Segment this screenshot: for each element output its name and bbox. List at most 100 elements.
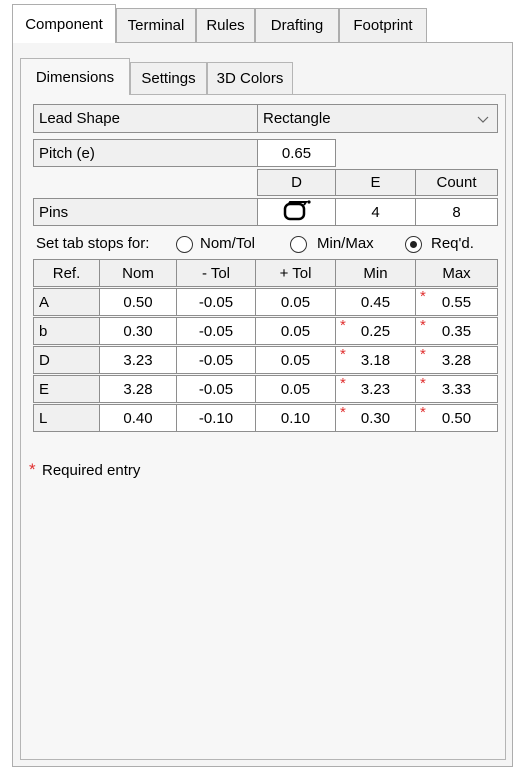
cell-text: A: [39, 293, 50, 311]
radio-nom-tol-label[interactable]: Nom/Tol: [200, 235, 255, 252]
tab-terminal[interactable]: Terminal: [116, 8, 196, 42]
table-header-min: Min: [335, 259, 416, 287]
header-text: + Tol: [279, 264, 312, 282]
lead-shape-label: Lead Shape: [33, 104, 258, 133]
pins-d-button[interactable]: [257, 198, 336, 226]
cell-text: -0.05: [198, 380, 234, 398]
cell-text: 0.30: [123, 322, 153, 340]
table-cell-plus-tol[interactable]: 0.05: [255, 288, 336, 316]
required-marker: *: [420, 317, 426, 334]
radio-reqd[interactable]: [405, 236, 422, 253]
cell-text: 3.28: [441, 351, 472, 369]
cell-text: 0.05: [280, 322, 311, 340]
table-cell-minus-tol[interactable]: -0.05: [176, 317, 256, 345]
pitch-value: 0.65: [281, 144, 312, 162]
cell-text: 0.05: [280, 351, 311, 369]
header-text: Max: [442, 264, 471, 282]
table-cell-min[interactable]: * 3.23: [335, 375, 416, 403]
tab-dimensions[interactable]: Dimensions: [20, 58, 130, 95]
pins-e-value: 4: [371, 203, 380, 221]
table-cell-min[interactable]: * 0.30: [335, 404, 416, 432]
table-cell-max[interactable]: * 0.35: [415, 317, 498, 345]
tab-settings[interactable]: Settings: [130, 62, 207, 94]
table-cell-max[interactable]: * 3.33: [415, 375, 498, 403]
pins-e-input[interactable]: 4: [335, 198, 416, 226]
pins-count-input[interactable]: 8: [415, 198, 498, 226]
header-text: Min: [363, 264, 388, 282]
cell-text: 0.05: [280, 380, 311, 398]
cell-text: 0.40: [123, 409, 153, 427]
table-cell-max[interactable]: * 0.50: [415, 404, 498, 432]
table-cell-min[interactable]: 0.45: [335, 288, 416, 316]
table-cell-nom[interactable]: 3.28: [99, 375, 177, 403]
pitch-input[interactable]: 0.65: [257, 139, 336, 167]
pitch-label: Pitch (e): [33, 139, 258, 167]
pins-label-text: Pins: [39, 203, 69, 221]
table-cell-minus-tol[interactable]: -0.05: [176, 375, 256, 403]
required-marker: *: [340, 346, 346, 363]
header-text: Nom: [122, 264, 154, 282]
table-cell-max[interactable]: * 0.55: [415, 288, 498, 316]
required-marker: *: [420, 375, 426, 392]
table-header-plus-tol: + Tol: [255, 259, 336, 287]
required-note-text: Required entry: [42, 462, 141, 479]
cell-text: -0.05: [198, 351, 234, 369]
table-cell-ref: E: [33, 375, 100, 403]
header-text: D: [291, 174, 302, 191]
table-cell-nom[interactable]: 0.50: [99, 288, 177, 316]
pins-count-value: 8: [452, 203, 461, 221]
cell-text: 0.10: [280, 409, 311, 427]
cell-text: -0.10: [198, 409, 234, 427]
tab-component[interactable]: Component: [12, 4, 116, 43]
cell-text: 0.45: [360, 293, 391, 311]
table-cell-ref: L: [33, 404, 100, 432]
table-cell-plus-tol[interactable]: 0.10: [255, 404, 336, 432]
cell-text: 3.23: [360, 380, 391, 398]
table-cell-minus-tol[interactable]: -0.05: [176, 288, 256, 316]
lead-shape-value: Rectangle: [263, 110, 331, 127]
tab-label: Component: [25, 15, 103, 33]
pin-shape-icon: [282, 199, 312, 225]
tab-drafting[interactable]: Drafting: [255, 8, 339, 42]
required-marker: *: [420, 404, 426, 421]
cell-text: 0.35: [441, 322, 472, 340]
cell-text: E: [39, 380, 50, 398]
tab-rules[interactable]: Rules: [196, 8, 255, 42]
radio-min-max-label[interactable]: Min/Max: [317, 235, 374, 252]
pins-header-d: D: [257, 169, 336, 196]
table-cell-nom[interactable]: 3.23: [99, 346, 177, 374]
lead-shape-label-text: Lead Shape: [39, 110, 120, 127]
table-cell-plus-tol[interactable]: 0.05: [255, 346, 336, 374]
cell-text: D: [39, 351, 50, 369]
header-text: Count: [436, 174, 477, 191]
tab-label: Dimensions: [35, 68, 115, 86]
table-cell-min[interactable]: * 0.25: [335, 317, 416, 345]
cell-text: -0.05: [198, 322, 234, 340]
table-cell-minus-tol[interactable]: -0.10: [176, 404, 256, 432]
required-marker: *: [420, 288, 426, 305]
required-marker: *: [340, 317, 346, 334]
radio-reqd-label[interactable]: Req'd.: [431, 235, 474, 252]
radio-nom-tol[interactable]: [176, 236, 193, 253]
tab-label: Terminal: [127, 17, 185, 34]
table-cell-nom[interactable]: 0.30: [99, 317, 177, 345]
header-text: - Tol: [201, 264, 231, 282]
tab-footprint[interactable]: Footprint: [339, 8, 427, 42]
table-cell-minus-tol[interactable]: -0.05: [176, 346, 256, 374]
table-cell-max[interactable]: * 3.28: [415, 346, 498, 374]
table-cell-plus-tol[interactable]: 0.05: [255, 375, 336, 403]
table-cell-nom[interactable]: 0.40: [99, 404, 177, 432]
table-cell-ref: A: [33, 288, 100, 316]
lead-shape-select[interactable]: Rectangle: [257, 104, 498, 133]
cell-text: L: [39, 409, 48, 427]
tab-label: Settings: [141, 70, 196, 87]
tab-3d-colors[interactable]: 3D Colors: [207, 62, 293, 94]
table-cell-plus-tol[interactable]: 0.05: [255, 317, 336, 345]
table-header-nom: Nom: [99, 259, 177, 287]
table-cell-min[interactable]: * 3.18: [335, 346, 416, 374]
required-marker: *: [340, 404, 346, 421]
cell-text: 3.23: [123, 351, 153, 369]
radio-min-max[interactable]: [290, 236, 307, 253]
tab-label: Footprint: [353, 17, 413, 34]
header-text: E: [370, 174, 381, 191]
